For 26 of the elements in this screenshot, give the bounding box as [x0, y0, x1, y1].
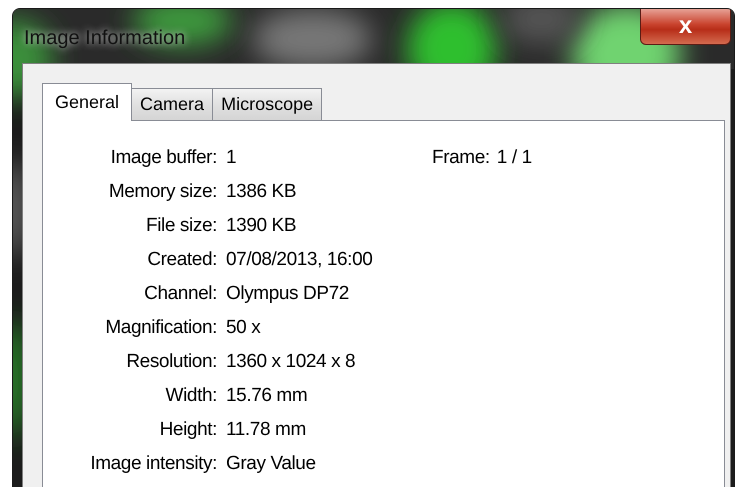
field-value: 1 / 1 — [496, 146, 532, 170]
field-value: 1386 KB — [225, 180, 296, 204]
field-value: 1360 x 1024 x 8 — [225, 350, 356, 374]
field-label: File size: — [145, 214, 217, 238]
field-value: 50 x — [225, 316, 260, 340]
field-value: 11.78 mm — [225, 418, 306, 442]
field-value: 15.76 mm — [225, 384, 308, 408]
field-label: Resolution: — [125, 350, 217, 374]
field-label: Image buffer: — [110, 146, 217, 170]
field-label: Frame: — [432, 146, 490, 170]
field-label: Height: — [158, 418, 217, 442]
field-label: Magnification: — [104, 316, 217, 340]
field-value: 07/08/2013, 16:00 — [225, 248, 372, 272]
tab[interactable]: General — [42, 83, 132, 121]
field-label: Memory size: — [108, 180, 217, 204]
close-button[interactable]: x — [640, 9, 731, 45]
field-value: 1390 KB — [225, 214, 296, 238]
field-value: Olympus DP72 — [225, 282, 349, 306]
tab[interactable]: Camera — [131, 88, 214, 120]
field-value: 1 — [225, 146, 236, 170]
field-label: Width: — [164, 384, 217, 408]
tab[interactable]: Microscope — [212, 88, 322, 120]
field-label: Image intensity: — [89, 452, 217, 476]
field-value: Gray Value — [225, 452, 316, 476]
field-label: Created: — [146, 248, 217, 272]
field-label: Channel: — [143, 282, 217, 306]
